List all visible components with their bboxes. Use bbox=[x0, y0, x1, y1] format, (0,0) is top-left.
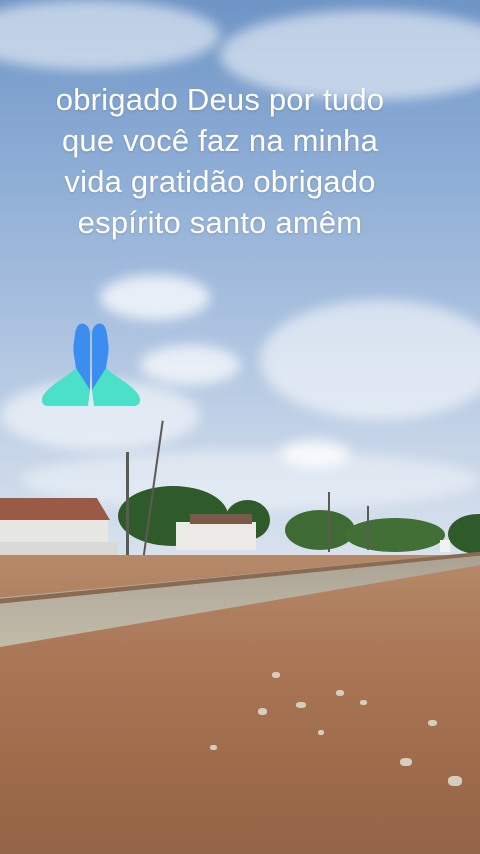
cloud bbox=[100, 275, 210, 320]
rock bbox=[258, 708, 267, 715]
rock bbox=[360, 700, 367, 705]
rock bbox=[296, 702, 306, 708]
rock bbox=[400, 758, 412, 766]
tree bbox=[345, 518, 445, 552]
caption-line: que você faz na minha bbox=[61, 122, 379, 158]
power-pole bbox=[367, 506, 369, 550]
house bbox=[440, 540, 450, 552]
rock bbox=[210, 745, 217, 750]
house bbox=[176, 522, 256, 550]
power-pole bbox=[328, 492, 330, 552]
rock bbox=[428, 720, 437, 726]
caption-line: espírito santo amêm bbox=[77, 204, 363, 240]
rock bbox=[448, 776, 462, 786]
rock bbox=[336, 690, 344, 696]
house-roof bbox=[0, 498, 110, 520]
rock bbox=[272, 672, 280, 678]
caption-line: obrigado Deus por tudo bbox=[55, 82, 385, 117]
caption-line: vida gratidão obrigado bbox=[64, 163, 376, 199]
cloud bbox=[140, 345, 240, 385]
praying-hands-icon bbox=[40, 320, 142, 410]
house-roof bbox=[190, 514, 252, 524]
tree bbox=[285, 510, 355, 550]
power-pole bbox=[126, 452, 129, 562]
rock bbox=[318, 730, 324, 735]
video-frame: obrigado Deus por tudo que você faz na m… bbox=[0, 0, 480, 854]
caption-text: obrigado Deus por tudo que você faz na m… bbox=[0, 80, 440, 244]
